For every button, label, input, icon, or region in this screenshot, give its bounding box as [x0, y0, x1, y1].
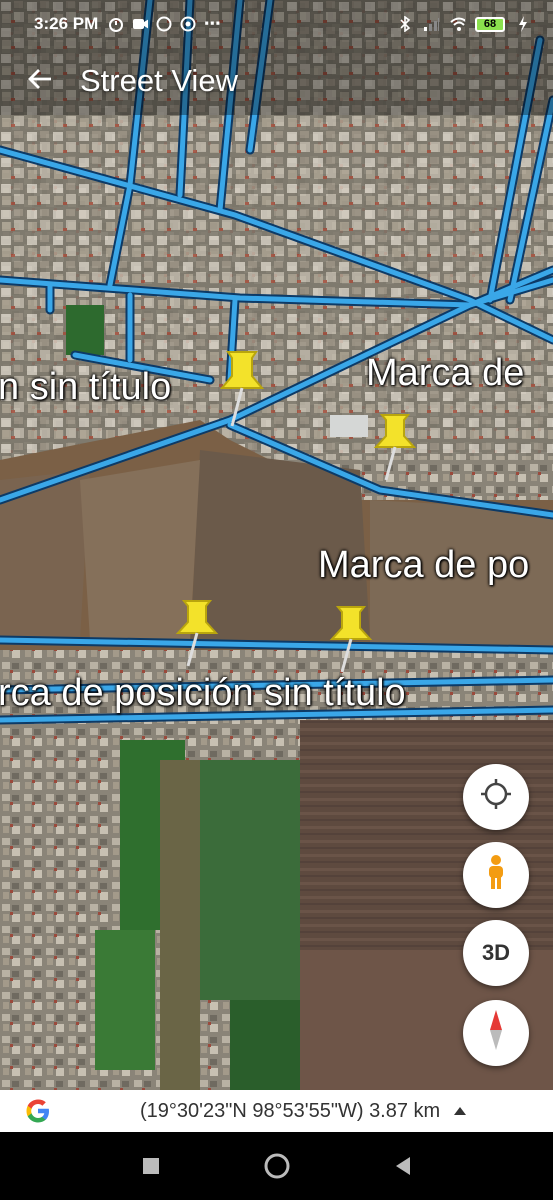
placemark-label: Marca de po	[318, 544, 530, 586]
coordinates-text: (19°30'23"N 98°53'55"W) 3.87 km	[140, 1099, 441, 1122]
battery-icon: 68	[475, 16, 505, 32]
crosshair-icon	[479, 777, 513, 817]
status-bar: 3:26 PM ⋯ 68	[0, 0, 553, 48]
google-g-icon	[14, 1090, 62, 1132]
signal-icon	[423, 16, 439, 32]
pushpin-icon[interactable]	[370, 410, 420, 487]
expand-caret-icon[interactable]	[454, 1107, 467, 1115]
charging-icon	[515, 16, 531, 32]
page-title: Street View	[80, 63, 238, 98]
status-time: 3:26 PM	[34, 14, 99, 33]
coordinates-bar[interactable]: (19°30'23"N 98°53'55"W) 3.87 km	[0, 1090, 553, 1132]
my-location-button[interactable]	[463, 764, 529, 830]
alarm-icon	[108, 16, 124, 32]
home-icon[interactable]	[259, 1148, 295, 1184]
recent-apps-icon[interactable]	[133, 1148, 169, 1184]
app-bar: Street View	[0, 48, 553, 114]
pushpin-icon[interactable]	[214, 346, 270, 433]
street-view-button[interactable]	[463, 842, 529, 908]
back-button[interactable]	[0, 48, 80, 114]
wifi-icon	[449, 16, 465, 32]
system-nav-bar	[0, 1132, 553, 1200]
more-dots-icon: ⋯	[203, 14, 221, 33]
app-icon	[180, 16, 196, 32]
bluetooth-icon	[397, 16, 413, 32]
video-icon	[132, 16, 149, 32]
compass-button[interactable]	[463, 1000, 529, 1066]
pushpin-icon[interactable]	[326, 602, 376, 679]
arrow-back-icon	[27, 67, 53, 96]
whatsapp-icon	[156, 16, 172, 32]
placemark-label: n sin título	[0, 366, 172, 408]
map-view[interactable]: n sin título Marca de Marca de po rca de…	[0, 0, 553, 1090]
back-icon[interactable]	[385, 1148, 421, 1184]
pegman-icon	[483, 854, 509, 896]
3d-toggle-button[interactable]: 3D	[463, 920, 529, 986]
compass-icon	[484, 1008, 508, 1058]
placemark-label: Marca de	[366, 352, 525, 394]
pushpin-icon[interactable]	[172, 596, 222, 673]
